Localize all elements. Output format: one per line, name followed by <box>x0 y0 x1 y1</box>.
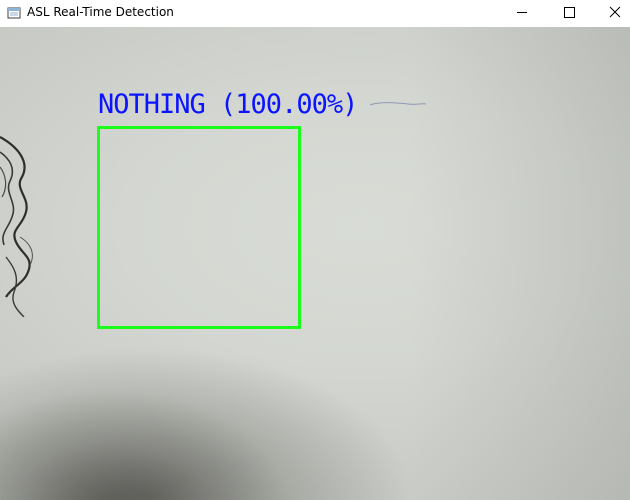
window-title: ASL Real-Time Detection <box>27 5 174 19</box>
minimize-icon <box>517 12 527 13</box>
camera-feed: NOTHING (100.00%) <box>0 27 630 500</box>
hair-silhouette <box>0 136 33 317</box>
maximize-button[interactable] <box>545 0 591 26</box>
shadow-bottom-left <box>0 340 300 500</box>
wall-mark <box>369 102 427 106</box>
close-icon <box>609 6 621 18</box>
detection-label: NOTHING (100.00%) <box>98 89 358 120</box>
app-icon <box>7 5 21 19</box>
minimize-button[interactable] <box>499 0 545 26</box>
close-button[interactable] <box>591 0 630 26</box>
maximize-icon <box>564 7 575 18</box>
wall-shadow-right <box>410 27 630 500</box>
title-bar[interactable]: ASL Real-Time Detection <box>0 0 630 26</box>
app-window: ASL Real-Time Detection NOTHING (100.00%… <box>0 0 630 500</box>
detection-bounding-box <box>97 126 301 329</box>
